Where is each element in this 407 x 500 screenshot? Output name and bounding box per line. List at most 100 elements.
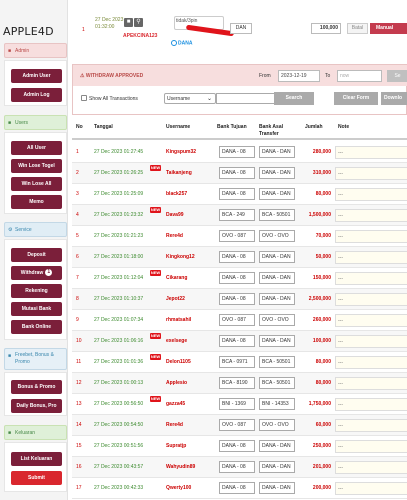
row-note-input[interactable]: --- (335, 377, 407, 390)
row-username[interactable]: Rere4d (166, 233, 183, 239)
batal-button[interactable]: Batal (347, 23, 368, 34)
copy-icon[interactable]: ■ (124, 18, 133, 27)
row-note-input[interactable]: --- (335, 230, 407, 243)
submit-button[interactable]: Submit (11, 471, 62, 485)
table-row: 2 27 Dec 2023 01:26:25 NEW Taikanjeng DANA -… (72, 163, 407, 184)
row-bank-tujuan[interactable]: DANA - 08 (219, 440, 255, 452)
row-note-input[interactable]: --- (335, 335, 407, 348)
row-username[interactable]: Supratjp (166, 443, 186, 449)
show-all-checkbox[interactable] (81, 95, 87, 101)
manual-button[interactable]: Manual (370, 23, 407, 34)
row-username[interactable]: Cikarang (166, 275, 187, 281)
row-note-input[interactable]: --- (335, 188, 407, 201)
row-note-input[interactable]: --- (335, 419, 407, 432)
row-bank-tujuan[interactable]: DANA - 08 (219, 461, 255, 473)
memo-button[interactable]: Memo (11, 195, 62, 209)
mutasi-bank-button[interactable]: Mutasi Bank (11, 302, 62, 316)
row-username[interactable]: Kingspum32 (166, 149, 196, 155)
row-bank-asal[interactable]: DANA - DAN (259, 146, 295, 158)
bonus-promo-button[interactable]: Bonus & Promo (11, 380, 62, 394)
row-bank-tujuan[interactable]: OVO - 087 (219, 419, 255, 431)
row-username[interactable]: Rere4d (166, 422, 183, 428)
all-user-button[interactable]: All User (11, 141, 62, 155)
row-username[interactable]: gazza45 (166, 401, 185, 407)
row-bank-tujuan[interactable]: BCA - 0971 (219, 356, 255, 368)
row-username[interactable]: Applesio (166, 380, 187, 386)
row-username[interactable]: Delon1105 (166, 359, 191, 365)
win-lose-togel-button[interactable]: Win Lose Togel (11, 159, 62, 173)
list-keluaran-button[interactable]: List Keluaran (11, 452, 62, 466)
row-username[interactable]: rhmatsahil (166, 317, 191, 323)
row-note-input[interactable]: --- (335, 440, 407, 453)
row-bank-asal[interactable]: DANA - DAN (259, 251, 295, 263)
search-input[interactable] (216, 93, 280, 104)
to-date-input[interactable]: now (337, 70, 382, 82)
row-bank-asal[interactable]: DANA - DAN (259, 482, 295, 494)
row-note-input[interactable]: --- (335, 314, 407, 327)
row-username[interactable]: Jepot22 (166, 296, 185, 302)
row-bank-tujuan[interactable]: BNI - 1369 (219, 398, 255, 410)
row-bank-asal[interactable]: DANA - DAN (259, 188, 295, 200)
row-username[interactable]: exelsege (166, 338, 187, 344)
filter-field-select[interactable]: Username ⌄ (164, 93, 216, 104)
row-username[interactable]: Taikanjeng (166, 170, 192, 176)
row-bank-tujuan[interactable]: OVO - 087 (219, 314, 255, 326)
row-username[interactable]: Qwerty100 (166, 485, 191, 491)
row-username[interactable]: Kingkong12 (166, 254, 195, 260)
pending-username: APEKCINA123 (123, 33, 158, 39)
row-bank-asal[interactable]: OVO - OVO (259, 230, 295, 242)
row-bank-tujuan[interactable]: BCA - 8190 (219, 377, 255, 389)
bank-online-button[interactable]: Bank Online (11, 320, 62, 334)
row-note-input[interactable]: --- (335, 398, 407, 411)
row-bank-asal[interactable]: DANA - DAN (259, 272, 295, 284)
win-lose-all-button[interactable]: Win Lose All (11, 177, 62, 191)
row-bank-asal[interactable]: DANA - DAN (259, 440, 295, 452)
deposit-button[interactable]: Deposit (11, 248, 62, 262)
row-bank-tujuan[interactable]: DANA - 08 (219, 272, 255, 284)
row-bank-tujuan[interactable]: DANA - 08 (219, 482, 255, 494)
row-bank-asal[interactable]: BNI - 14353 (259, 398, 295, 410)
download-button[interactable]: Downlo (381, 92, 407, 105)
row-amount: 1,500,000 (308, 212, 331, 218)
admin-user-button[interactable]: Admin User (11, 69, 62, 83)
row-bank-tujuan[interactable]: DANA - 08 (219, 188, 255, 200)
row-bank-tujuan[interactable]: OVO - 087 (219, 230, 255, 242)
search-icon[interactable]: ⚲ (134, 18, 143, 27)
withdraw-button[interactable]: Withdraw 1 (11, 266, 62, 280)
row-bank-tujuan[interactable]: DANA - 08 (219, 146, 255, 158)
row-bank-asal[interactable]: DANA - DAN (259, 167, 295, 179)
row-note-input[interactable]: --- (335, 356, 407, 369)
row-bank-asal[interactable]: DANA - DAN (259, 293, 295, 305)
clear-form-button[interactable]: Clear Form (334, 92, 378, 105)
row-note-input[interactable]: --- (335, 461, 407, 474)
row-note-input[interactable]: --- (335, 482, 407, 495)
row-bank-asal[interactable]: DANA - DAN (259, 461, 295, 473)
row-note-input[interactable]: --- (335, 146, 407, 159)
row-bank-asal[interactable]: OVO - OVO (259, 419, 295, 431)
row-note-input[interactable]: --- (335, 293, 407, 306)
date-search-button[interactable]: Se (387, 70, 407, 82)
from-date-input[interactable]: 2023-12-19 (278, 70, 320, 82)
row-bank-asal[interactable]: BCA - 50501 (259, 377, 295, 389)
row-username[interactable]: black257 (166, 191, 187, 197)
row-note-input[interactable]: --- (335, 272, 407, 285)
row-bank-asal[interactable]: DANA - DAN (259, 335, 295, 347)
row-username[interactable]: Dava99 (166, 212, 184, 218)
row-bank-asal[interactable]: BCA - 50501 (259, 209, 295, 221)
row-note-input[interactable]: --- (335, 209, 407, 222)
row-bank-tujuan[interactable]: DANA - 08 (219, 335, 255, 347)
row-bank-tujuan[interactable]: BCA - 249 (219, 209, 255, 221)
daily-bonus-button[interactable]: Daily Bonus, Pro (11, 399, 62, 413)
admin-log-button[interactable]: Admin Log (11, 88, 62, 102)
row-note-input[interactable]: --- (335, 251, 407, 264)
row-bank-tujuan[interactable]: DANA - 08 (219, 167, 255, 179)
search-button[interactable]: Search (274, 92, 314, 105)
row-bank-asal[interactable]: OVO - OVO (259, 314, 295, 326)
row-bank-tujuan[interactable]: DANA - 08 (219, 293, 255, 305)
rekening-button[interactable]: Rekening (11, 284, 62, 298)
row-bank-tujuan[interactable]: DANA - 08 (219, 251, 255, 263)
row-bank-asal[interactable]: BCA - 50501 (259, 356, 295, 368)
new-user-badge: NEW (150, 165, 161, 171)
row-username[interactable]: Wahyudin89 (166, 464, 195, 470)
row-note-input[interactable]: --- (335, 167, 407, 180)
